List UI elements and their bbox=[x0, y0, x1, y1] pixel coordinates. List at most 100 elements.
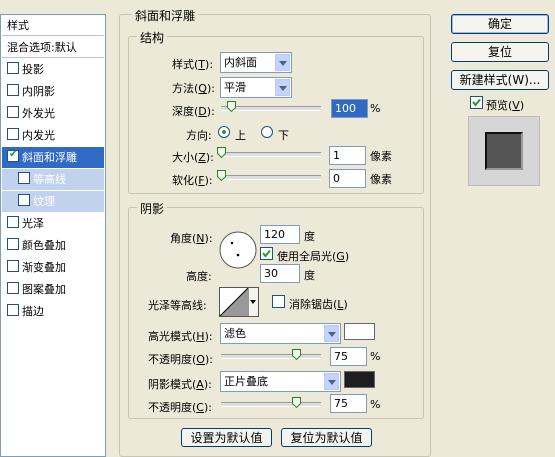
style-checkbox[interactable]: ✔ bbox=[7, 149, 19, 162]
style-list-item[interactable]: 混合选项:默认 bbox=[2, 37, 104, 58]
soften-label: 软化(F): bbox=[172, 174, 213, 187]
soften-input[interactable]: 0 bbox=[329, 169, 366, 188]
size-slider-track[interactable] bbox=[221, 152, 321, 157]
style-list-item-label: 等高线 bbox=[33, 173, 66, 186]
depth-label: 深度(D): bbox=[172, 105, 215, 118]
highlight-opacity-label: 不透明度(O): bbox=[148, 353, 213, 366]
preview-label: 预览(V) bbox=[486, 99, 525, 112]
style-list-item-label: 投影 bbox=[22, 63, 44, 76]
style-checkbox[interactable] bbox=[7, 62, 19, 74]
highlight-opacity-unit: % bbox=[370, 350, 381, 363]
shadow-opacity-slider-track[interactable] bbox=[221, 402, 321, 407]
soften-slider-thumb[interactable] bbox=[217, 170, 226, 181]
reset-to-default-button[interactable]: 复位为默认值 bbox=[281, 428, 372, 447]
chevron-down-icon bbox=[324, 373, 339, 390]
preview-checkbox[interactable] bbox=[470, 96, 483, 109]
depth-slider-track[interactable] bbox=[221, 106, 321, 111]
style-list-item-label: 纹理 bbox=[33, 195, 55, 208]
style-list-item-label: 斜面和浮雕 bbox=[22, 151, 77, 164]
style-list-item-label: 内阴影 bbox=[22, 85, 55, 98]
new-style-button[interactable]: 新建样式(W)... bbox=[451, 70, 549, 90]
size-unit: 像素 bbox=[370, 150, 392, 163]
altitude-label: 高度: bbox=[186, 270, 212, 283]
checkmark-icon: ✔ bbox=[9, 149, 18, 160]
style-list-item[interactable]: 纹理 bbox=[2, 191, 104, 212]
shadow-opacity-slider-thumb[interactable] bbox=[292, 397, 301, 408]
technique-select[interactable]: 平滑 bbox=[220, 77, 292, 98]
direction-up-label: 上 bbox=[235, 129, 246, 142]
altitude-input[interactable]: 30 bbox=[260, 264, 300, 283]
make-default-button[interactable]: 设置为默认值 bbox=[181, 428, 272, 447]
style-checkbox[interactable] bbox=[7, 260, 19, 272]
shadow-color-swatch[interactable] bbox=[344, 371, 375, 388]
style-checkbox[interactable] bbox=[7, 84, 19, 96]
angle-dial[interactable] bbox=[218, 230, 258, 270]
ok-button[interactable]: 确定 bbox=[451, 14, 549, 34]
direction-label: 方向: bbox=[186, 129, 212, 142]
size-slider-thumb[interactable] bbox=[217, 147, 226, 158]
size-input[interactable]: 1 bbox=[329, 146, 366, 165]
style-checkbox[interactable] bbox=[7, 106, 19, 118]
direction-down-radio[interactable] bbox=[261, 126, 273, 138]
shadow-opacity-label: 不透明度(C): bbox=[148, 401, 212, 414]
angle-unit: 度 bbox=[304, 230, 315, 243]
depth-slider-thumb[interactable] bbox=[227, 101, 236, 112]
style-label: 样式(T): bbox=[172, 58, 214, 71]
style-checkbox[interactable] bbox=[18, 172, 30, 184]
shadow-opacity-unit: % bbox=[370, 398, 381, 411]
style-list-item-label: 外发光 bbox=[22, 107, 55, 120]
technique-label: 方法(Q): bbox=[172, 82, 215, 95]
style-list-item[interactable]: 投影 bbox=[2, 59, 104, 80]
style-list-item-label: 混合选项:默认 bbox=[7, 41, 77, 54]
gloss-contour-picker[interactable] bbox=[219, 287, 259, 317]
style-list-item[interactable]: 内发光 bbox=[2, 125, 104, 146]
style-checkbox[interactable] bbox=[7, 304, 19, 316]
style-list-item-label: 光泽 bbox=[22, 217, 44, 230]
style-list-item[interactable]: 颜色叠加 bbox=[2, 235, 104, 256]
contour-dropdown-arrow-icon bbox=[248, 288, 258, 316]
depth-input[interactable]: 100 bbox=[331, 99, 368, 118]
style-checkbox[interactable] bbox=[18, 194, 30, 206]
chevron-down-icon bbox=[275, 79, 290, 96]
highlight-mode-label: 高光模式(H): bbox=[148, 330, 213, 343]
style-list-item-label: 内发光 bbox=[22, 129, 55, 142]
chevron-down-icon bbox=[324, 325, 339, 342]
style-list-item[interactable]: 外发光 bbox=[2, 103, 104, 124]
shadow-mode-select[interactable]: 正片叠底 bbox=[220, 371, 341, 392]
style-checkbox[interactable] bbox=[7, 128, 19, 140]
angle-input[interactable]: 120 bbox=[260, 225, 300, 244]
highlight-color-swatch[interactable] bbox=[344, 323, 375, 340]
direction-up-radio[interactable] bbox=[218, 126, 230, 138]
style-list-item-label: 描边 bbox=[22, 305, 44, 318]
style-checkbox[interactable] bbox=[7, 216, 19, 228]
style-list-item[interactable]: 光泽 bbox=[2, 213, 104, 234]
style-select[interactable]: 内斜面 bbox=[220, 52, 292, 73]
style-list-item[interactable]: 内阴影 bbox=[2, 81, 104, 102]
gloss-contour-label: 光泽等高线: bbox=[148, 299, 207, 312]
style-list-item[interactable]: 渐变叠加 bbox=[2, 257, 104, 278]
style-checkbox[interactable] bbox=[7, 282, 19, 294]
style-list-item[interactable]: ✔ 斜面和浮雕 bbox=[2, 147, 104, 168]
highlight-opacity-slider-thumb[interactable] bbox=[292, 349, 301, 360]
style-list-item[interactable]: 等高线 bbox=[2, 169, 104, 190]
shading-title: 阴影 bbox=[137, 200, 168, 217]
soften-unit: 像素 bbox=[370, 173, 392, 186]
shadow-opacity-input[interactable]: 75 bbox=[330, 394, 367, 413]
preview-swatch bbox=[485, 132, 523, 170]
highlight-mode-select[interactable]: 滤色 bbox=[220, 323, 341, 344]
soften-slider-track[interactable] bbox=[221, 175, 321, 180]
styles-list-title: 样式 bbox=[2, 15, 104, 36]
reset-button[interactable]: 复位 bbox=[451, 42, 549, 62]
depth-unit: % bbox=[370, 102, 381, 115]
global-light-checkbox[interactable] bbox=[260, 247, 273, 260]
shadow-mode-label: 阴影模式(A): bbox=[148, 378, 212, 391]
style-checkbox[interactable] bbox=[7, 238, 19, 250]
anti-aliased-checkbox[interactable] bbox=[272, 295, 285, 308]
contour-linear-icon bbox=[220, 288, 248, 316]
styles-list: 样式 混合选项:默认投影内阴影外发光内发光 ✔ 斜面和浮雕等高线纹理光泽颜色叠加 渐变… bbox=[0, 14, 106, 457]
highlight-opacity-input[interactable]: 75 bbox=[330, 347, 367, 366]
altitude-unit: 度 bbox=[304, 269, 315, 282]
style-list-item[interactable]: 图案叠加 bbox=[2, 279, 104, 300]
highlight-opacity-slider-track[interactable] bbox=[221, 354, 321, 359]
style-list-item[interactable]: 描边 bbox=[2, 301, 104, 322]
